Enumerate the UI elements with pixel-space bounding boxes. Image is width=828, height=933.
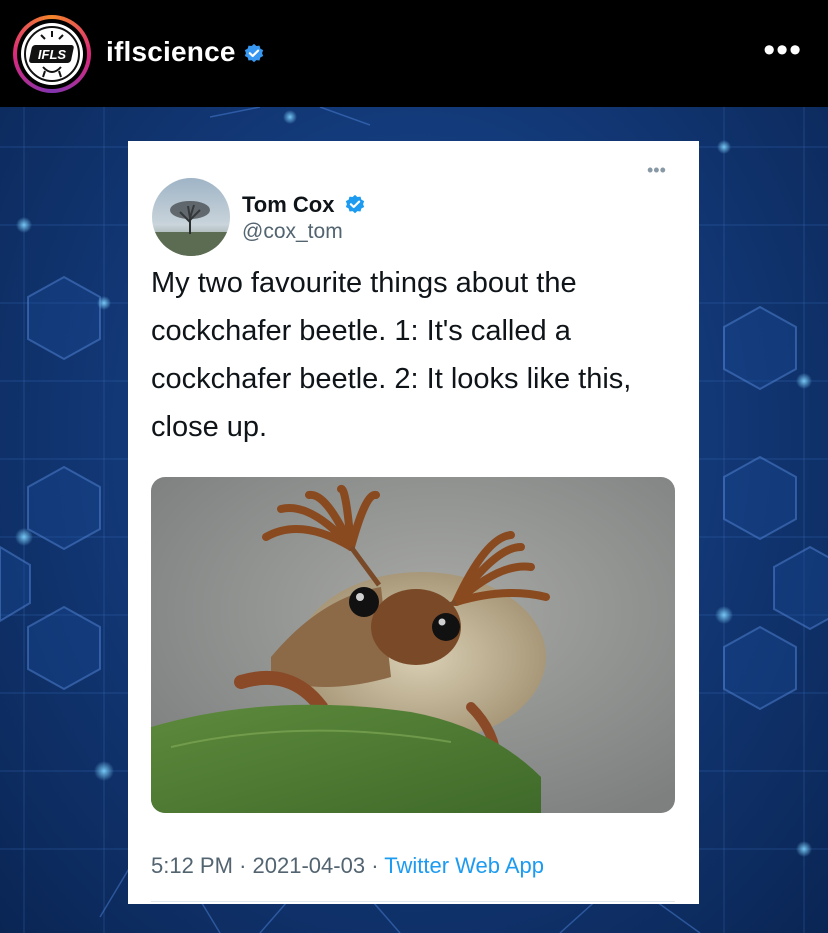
- post-image: Tom Cox @cox_tom ••• My two favourite th…: [0, 107, 828, 933]
- ifls-logo: IFLS: [21, 23, 83, 85]
- tweet-date: 2021-04-03: [252, 853, 366, 878]
- tweet-card: Tom Cox @cox_tom ••• My two favourite th…: [128, 141, 699, 904]
- profile-avatar[interactable]: IFLS: [13, 15, 91, 93]
- tweet-divider: [151, 901, 675, 902]
- post-header: IFLS iflscience •••: [0, 0, 828, 107]
- tweet-verified-icon: [344, 194, 366, 221]
- beetle-photo: [151, 477, 675, 813]
- more-options-button[interactable]: •••: [763, 33, 802, 67]
- svg-text:IFLS: IFLS: [38, 47, 66, 62]
- tweet-time: 5:12 PM: [151, 853, 233, 878]
- meta-separator: ·: [371, 853, 379, 878]
- username-link[interactable]: iflscience: [106, 36, 236, 68]
- tweet-handle[interactable]: @cox_tom: [242, 220, 343, 244]
- meta-separator: ·: [239, 853, 247, 878]
- verified-badge-icon: [243, 43, 265, 70]
- tweet-more-button[interactable]: •••: [647, 160, 666, 181]
- tweet-author-avatar[interactable]: [152, 178, 230, 256]
- tweet-text: My two favourite things about the cockch…: [151, 267, 632, 443]
- tweet-source-link[interactable]: Twitter Web App: [384, 853, 544, 878]
- tweet-display-name[interactable]: Tom Cox: [242, 192, 334, 218]
- tweet-meta: 5:12 PM · 2021-04-03 · Twitter Web App: [151, 853, 544, 879]
